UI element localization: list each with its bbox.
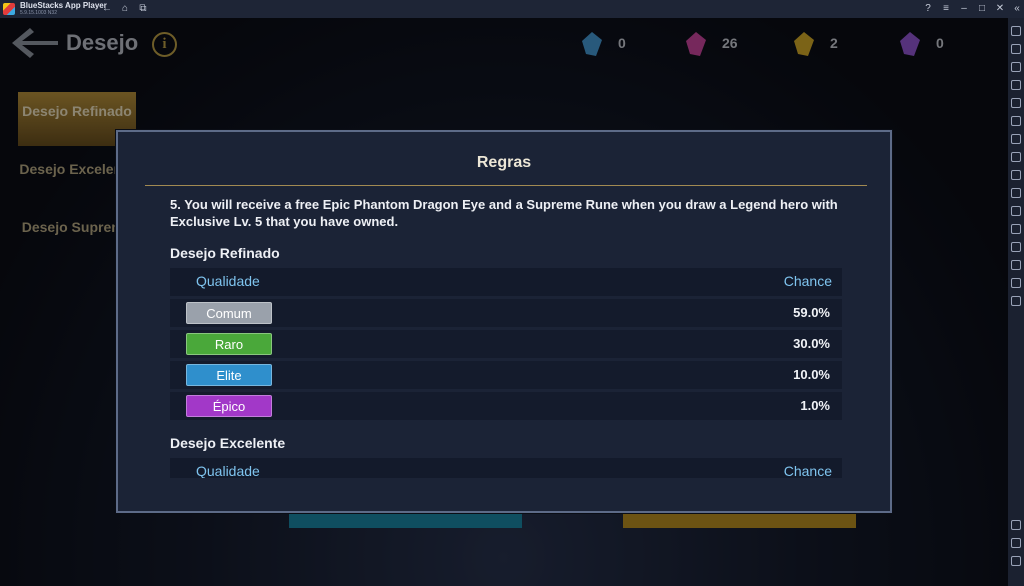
chance-table: Qualidade Chance Comum 59.0% Raro 30.0% … [170, 268, 842, 420]
keyboard-icon[interactable] [1011, 80, 1021, 90]
screenshot-icon[interactable] [1011, 134, 1021, 144]
rules-dialog: Regras 5. You will receive a free Epic P… [116, 130, 892, 513]
app-version: 5.9.15.1003 N32 [20, 10, 57, 16]
resize-icon[interactable] [1011, 206, 1021, 216]
info-icon[interactable]: i [152, 32, 177, 57]
title-bar: BlueStacks App Player 5.9.15.1003 N32 ← … [0, 0, 1024, 18]
settings-icon[interactable] [1011, 520, 1021, 530]
collapse-sidebar-icon[interactable]: « [1010, 2, 1024, 16]
sidebar-back-icon[interactable] [1011, 538, 1021, 548]
rule-text: 5. You will receive a free Epic Phantom … [170, 197, 838, 229]
section-title: Desejo Refinado [170, 245, 280, 261]
header-quality: Qualidade [196, 463, 260, 478]
title-divider [145, 185, 867, 186]
chance-value: 1.0% [800, 398, 830, 413]
currency-count: 0 [936, 35, 944, 51]
camera-icon[interactable] [1011, 170, 1021, 180]
purple-crystal-icon [900, 32, 920, 56]
multi-instance-icon[interactable]: ⧉ [136, 2, 150, 16]
home-icon[interactable]: ⌂ [118, 2, 132, 16]
currency-count: 26 [722, 35, 738, 51]
folder-icon[interactable] [1011, 188, 1021, 198]
table-row: Comum 59.0% [170, 299, 842, 327]
macro-icon[interactable] [1011, 116, 1021, 126]
quality-badge: Elite [186, 364, 272, 386]
bluestacks-logo-icon [3, 3, 15, 15]
minimize-icon[interactable]: – [957, 2, 971, 16]
refresh-icon[interactable] [1011, 296, 1021, 306]
install-apk-icon[interactable] [1011, 62, 1021, 72]
quality-badge: Comum [186, 302, 272, 324]
table-header: Qualidade Chance [170, 268, 842, 296]
chance-value: 59.0% [793, 305, 830, 320]
app-name: BlueStacks App Player [20, 1, 107, 10]
bluestacks-sidebar [1008, 18, 1024, 586]
menu-icon[interactable]: ≡ [939, 2, 953, 16]
chance-value: 10.0% [793, 367, 830, 382]
game-screen: Desejo i 0 26 2 0 Desejo Refinado Desejo… [0, 18, 1008, 586]
blue-crystal-icon [582, 32, 602, 56]
back-nav-icon[interactable]: ← [100, 2, 114, 16]
chance-value: 30.0% [793, 336, 830, 351]
table-row: Elite 10.0% [170, 361, 842, 389]
pink-crystal-icon [686, 32, 706, 56]
close-icon[interactable]: ✕ [993, 2, 1007, 16]
quality-badge: Raro [186, 333, 272, 355]
currency-count: 0 [618, 35, 626, 51]
record-icon[interactable] [1011, 98, 1021, 108]
quality-badge: Épico [186, 395, 272, 417]
rules-scroll-area[interactable]: 5. You will receive a free Epic Phantom … [170, 196, 844, 478]
currency-count: 2 [830, 35, 838, 51]
chance-table: Qualidade Chance [170, 458, 842, 478]
maximize-icon[interactable]: □ [975, 2, 989, 16]
gamepad-icon[interactable] [1011, 152, 1021, 162]
table-header: Qualidade Chance [170, 458, 842, 478]
table-row: Raro 30.0% [170, 330, 842, 358]
section-title: Desejo Excelente [170, 435, 286, 451]
location-icon[interactable] [1011, 260, 1021, 270]
eco-mode-icon[interactable] [1011, 242, 1021, 252]
header-quality: Qualidade [196, 273, 260, 289]
shake-icon[interactable] [1011, 224, 1021, 234]
header-chance: Chance [783, 273, 832, 289]
help-icon[interactable]: ? [921, 2, 935, 16]
media-icon[interactable] [1011, 44, 1021, 54]
sidebar-home-icon[interactable] [1011, 556, 1021, 566]
table-row: Épico 1.0% [170, 392, 842, 420]
header-chance: Chance [783, 463, 832, 478]
volume-icon[interactable] [1011, 26, 1021, 36]
layers-icon[interactable] [1011, 278, 1021, 288]
dialog-title: Regras [476, 154, 532, 171]
gold-crystal-icon [794, 32, 814, 56]
screen-title: Desejo [66, 30, 139, 55]
back-arrow-icon[interactable] [12, 28, 58, 58]
